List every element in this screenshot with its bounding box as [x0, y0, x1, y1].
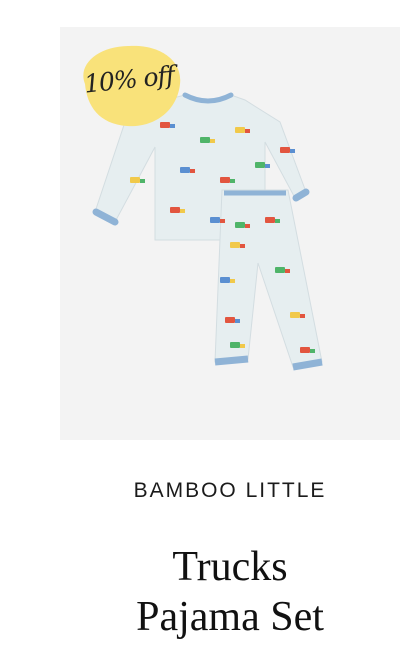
truck-icon [130, 177, 145, 183]
sale-badge: 10% off [73, 40, 185, 132]
truck-icon [280, 147, 295, 153]
brand-name[interactable]: BAMBOO LITTLE [0, 479, 400, 503]
truck-icon [255, 162, 270, 168]
product-title-line: Trucks [172, 544, 288, 590]
product-card[interactable]: 10% off BAMBOO LITTLE Trucks Pajama Set [0, 0, 400, 667]
product-title-line: Pajama Set [136, 594, 324, 640]
product-title[interactable]: Trucks Pajama Set [0, 542, 400, 642]
